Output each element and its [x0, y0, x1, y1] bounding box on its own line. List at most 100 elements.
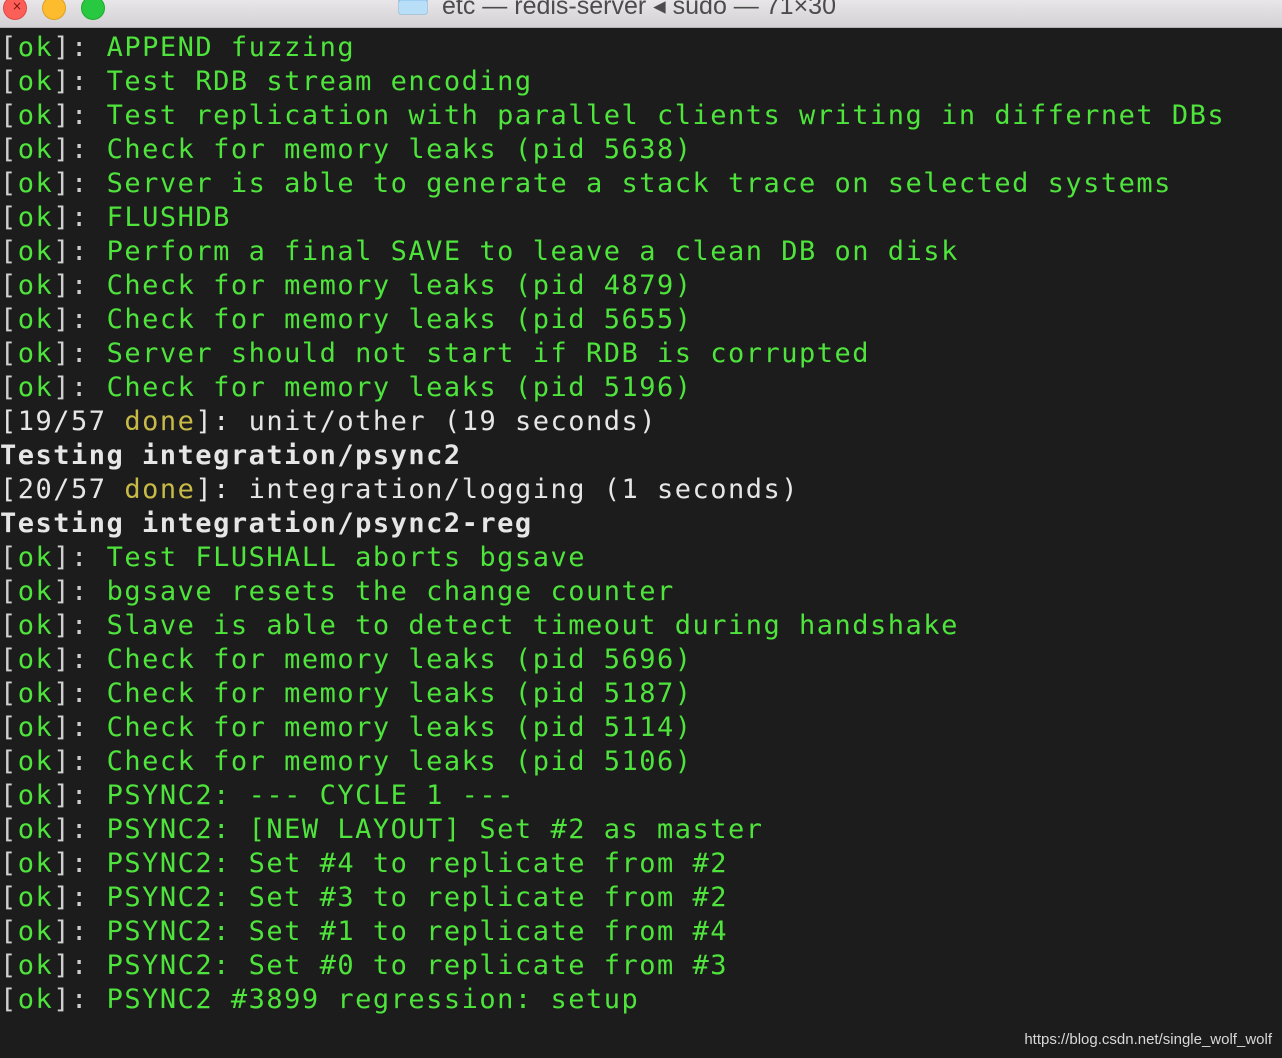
terminal-line: [ok]: Check for memory leaks (pid 5187)	[0, 677, 1282, 711]
window-title-area: etc — redis-server ◂ sudo — 71×30	[398, 0, 836, 21]
terminal-line: [ok]: PSYNC2: Set #4 to replicate from #…	[0, 847, 1282, 881]
line-prefix: [	[0, 32, 18, 63]
status-label: ok	[17, 100, 54, 131]
line-suffix: ]:	[53, 202, 107, 233]
status-label: ok	[17, 32, 54, 63]
log-message: Check for memory leaks (pid 5196)	[106, 372, 693, 403]
title-bar[interactable]: × etc — redis-server ◂ sudo — 71×30	[0, 0, 1282, 28]
window-title: etc — redis-server ◂ sudo — 71×30	[442, 0, 836, 20]
log-message: unit/other (19 seconds)	[248, 406, 657, 437]
status-label: done	[124, 406, 196, 437]
terminal-line: [20/57 done]: integration/logging (1 sec…	[0, 473, 1282, 507]
status-label: ok	[17, 338, 54, 369]
status-label: ok	[17, 304, 54, 335]
line-prefix: [	[0, 814, 18, 845]
log-message: PSYNC2: Set #1 to replicate from #4	[106, 916, 729, 947]
terminal-line: [ok]: Test replication with parallel cli…	[0, 99, 1282, 133]
terminal-line: [ok]: PSYNC2 #3899 regression: setup	[0, 983, 1282, 1017]
log-message: PSYNC2: Set #0 to replicate from #3	[106, 950, 729, 981]
line-suffix: ]:	[53, 780, 107, 811]
line-prefix: [	[0, 134, 18, 165]
line-suffix: ]:	[53, 338, 107, 369]
maximize-window-button[interactable]	[81, 0, 105, 20]
terminal-output[interactable]: [ok]: APPEND fuzzing [ok]: Test RDB strea…	[0, 31, 1282, 1017]
line-suffix: ]:	[53, 270, 107, 301]
status-label: ok	[17, 372, 54, 403]
line-prefix: [	[0, 236, 18, 267]
line-prefix: [	[0, 100, 18, 131]
log-message: Check for memory leaks (pid 4879)	[106, 270, 693, 301]
line-prefix: [	[0, 372, 18, 403]
log-message: Check for memory leaks (pid 5696)	[106, 644, 693, 675]
line-suffix: ]:	[53, 610, 107, 641]
log-message: PSYNC2: Set #3 to replicate from #2	[106, 882, 729, 913]
log-message: Check for memory leaks (pid 5638)	[106, 134, 693, 165]
terminal-line: [ok]: Test RDB stream encoding	[0, 65, 1282, 99]
terminal-line: [ok]: FLUSHDB	[0, 201, 1282, 235]
log-message: Server is able to generate a stack trace…	[106, 168, 1172, 199]
line-prefix: [	[0, 916, 18, 947]
line-suffix: ]:	[53, 134, 107, 165]
line-suffix: ]:	[53, 746, 107, 777]
status-label: ok	[17, 644, 54, 675]
terminal-line: [ok]: PSYNC2: Set #1 to replicate from #…	[0, 915, 1282, 949]
terminal-line: [ok]: Check for memory leaks (pid 5196)	[0, 371, 1282, 405]
watermark-url: https://blog.csdn.net/single_wolf_wolf	[1024, 1031, 1272, 1048]
terminal-line: [ok]: Check for memory leaks (pid 5114)	[0, 711, 1282, 745]
status-label: ok	[17, 678, 54, 709]
log-message: Test replication with parallel clients w…	[106, 100, 1226, 131]
line-suffix: ]:	[53, 168, 107, 199]
terminal-line: [ok]: PSYNC2: [NEW LAYOUT] Set #2 as mas…	[0, 813, 1282, 847]
line-prefix: [	[0, 950, 18, 981]
terminal-window: × etc — redis-server ◂ sudo — 71×30 [ok]…	[0, 0, 1282, 1058]
log-message: integration/logging (1 seconds)	[248, 474, 800, 505]
minimize-window-button[interactable]	[42, 0, 66, 20]
terminal-line: [ok]: Server should not start if RDB is …	[0, 337, 1282, 371]
close-icon: ×	[12, 0, 23, 13]
status-label: ok	[17, 270, 54, 301]
terminal-line: Testing integration/psync2	[0, 439, 1282, 473]
log-message: Check for memory leaks (pid 5106)	[106, 746, 693, 777]
line-suffix: ]:	[53, 236, 107, 267]
log-message: APPEND fuzzing	[106, 32, 356, 63]
log-message: FLUSHDB	[106, 202, 231, 233]
close-window-button[interactable]: ×	[3, 0, 27, 20]
line-prefix: [	[0, 542, 18, 573]
line-suffix: ]:	[53, 372, 107, 403]
log-message: Test RDB stream encoding	[106, 66, 533, 97]
terminal-line: [ok]: bgsave resets the change counter	[0, 575, 1282, 609]
section-heading: Testing integration/psync2	[0, 440, 462, 471]
section-heading: Testing integration/psync2-reg	[0, 508, 533, 539]
terminal-line: [ok]: PSYNC2: --- CYCLE 1 ---	[0, 779, 1282, 813]
line-suffix: ]:	[53, 576, 107, 607]
line-prefix: [	[0, 474, 18, 505]
terminal-line: [19/57 done]: unit/other (19 seconds)	[0, 405, 1282, 439]
line-suffix: ]:	[53, 644, 107, 675]
status-label: ok	[17, 134, 54, 165]
line-suffix: ]:	[53, 916, 107, 947]
terminal-line: [ok]: Test FLUSHALL aborts bgsave	[0, 541, 1282, 575]
line-prefix: [	[0, 406, 18, 437]
line-prefix: [	[0, 678, 18, 709]
line-suffix: ]:	[53, 100, 107, 131]
line-prefix: [	[0, 338, 18, 369]
line-prefix: [	[0, 746, 18, 777]
terminal-line: [ok]: APPEND fuzzing	[0, 31, 1282, 65]
line-prefix: [	[0, 168, 18, 199]
line-prefix: [	[0, 848, 18, 879]
line-suffix: ]:	[53, 712, 107, 743]
log-message: Perform a final SAVE to leave a clean DB…	[106, 236, 959, 267]
line-prefix: [	[0, 576, 18, 607]
line-suffix: ]:	[53, 678, 107, 709]
terminal-line: [ok]: PSYNC2: Set #3 to replicate from #…	[0, 881, 1282, 915]
line-prefix: [	[0, 304, 18, 335]
status-label: ok	[17, 848, 54, 879]
log-message: Test FLUSHALL aborts bgsave	[106, 542, 586, 573]
status-label: ok	[17, 236, 54, 267]
status-label: ok	[17, 542, 54, 573]
line-prefix: [	[0, 270, 18, 301]
line-suffix: ]:	[53, 32, 107, 63]
log-message: Server should not start if RDB is corrup…	[106, 338, 871, 369]
line-prefix: [	[0, 882, 18, 913]
log-message: PSYNC2: --- CYCLE 1 ---	[106, 780, 515, 811]
